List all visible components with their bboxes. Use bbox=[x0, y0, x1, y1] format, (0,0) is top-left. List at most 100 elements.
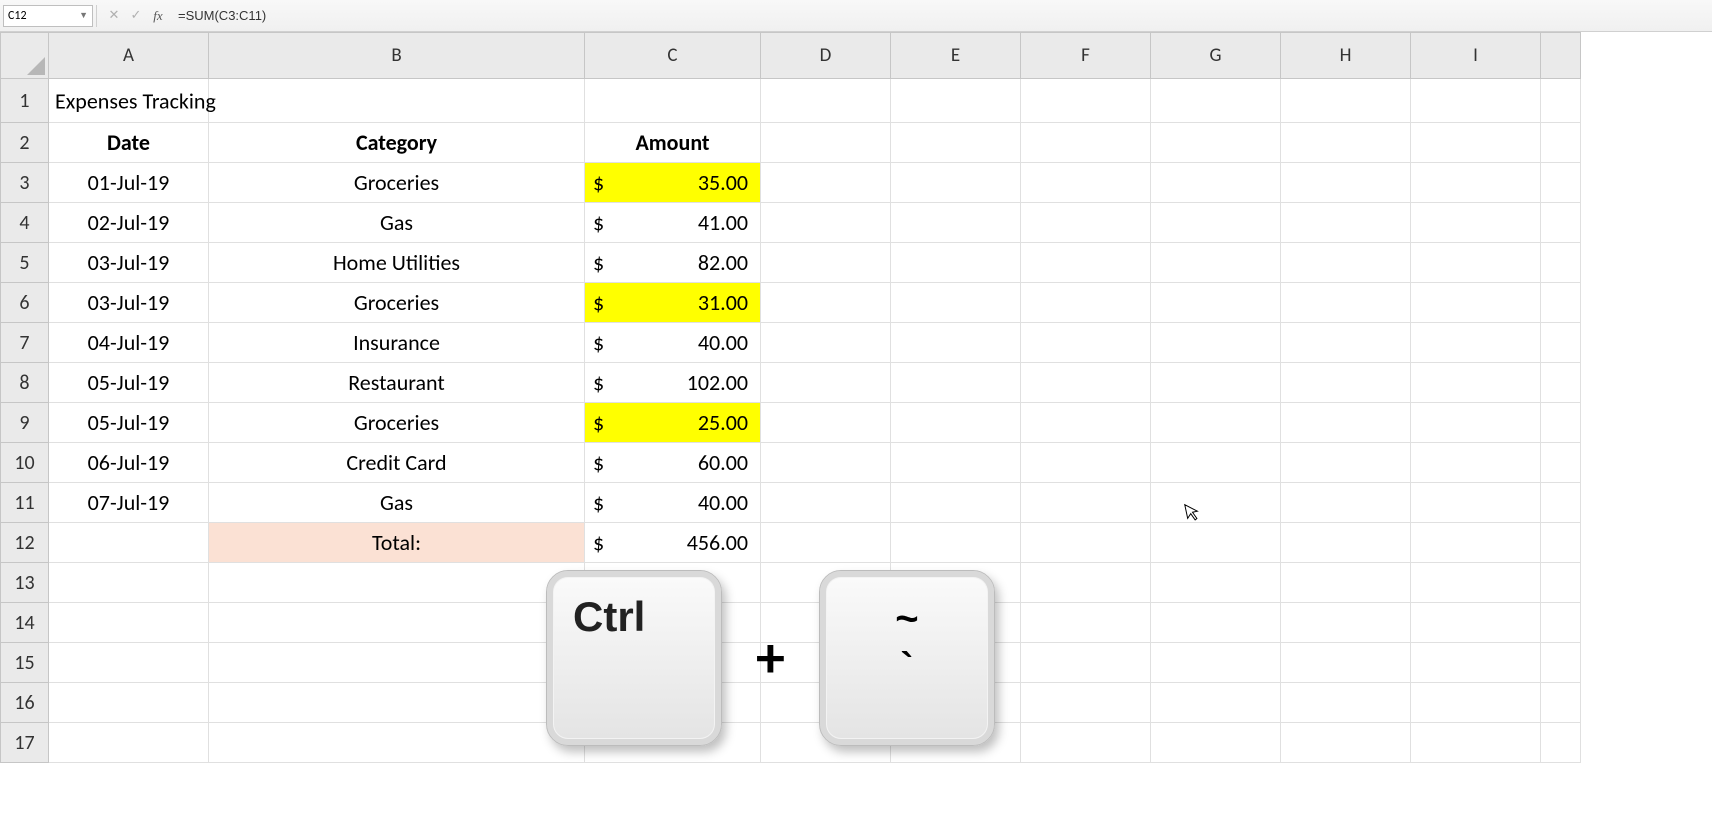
cell[interactable] bbox=[209, 723, 585, 763]
date-cell[interactable]: 07-Jul-19 bbox=[49, 483, 209, 523]
col-header[interactable]: I bbox=[1411, 33, 1541, 79]
col-header[interactable]: H bbox=[1281, 33, 1411, 79]
cell[interactable] bbox=[1541, 403, 1581, 443]
cell[interactable] bbox=[1281, 283, 1411, 323]
cell[interactable] bbox=[1541, 643, 1581, 683]
cell[interactable] bbox=[1281, 683, 1411, 723]
date-cell[interactable]: 06-Jul-19 bbox=[49, 443, 209, 483]
cell[interactable] bbox=[1411, 363, 1541, 403]
cell[interactable] bbox=[761, 483, 891, 523]
cell[interactable] bbox=[1281, 323, 1411, 363]
cell[interactable] bbox=[1411, 643, 1541, 683]
cell[interactable] bbox=[1151, 403, 1281, 443]
row-header[interactable]: 1 bbox=[1, 79, 49, 123]
cell[interactable] bbox=[761, 363, 891, 403]
cell[interactable] bbox=[761, 443, 891, 483]
cell[interactable] bbox=[1021, 243, 1151, 283]
cell[interactable] bbox=[1281, 203, 1411, 243]
category-cell[interactable]: Insurance bbox=[209, 323, 585, 363]
cell[interactable] bbox=[761, 79, 891, 123]
cell[interactable] bbox=[1021, 323, 1151, 363]
date-cell[interactable]: 01-Jul-19 bbox=[49, 163, 209, 203]
cell[interactable] bbox=[1541, 123, 1581, 163]
category-cell[interactable]: Groceries bbox=[209, 283, 585, 323]
col-header[interactable]: E bbox=[891, 33, 1021, 79]
cell[interactable] bbox=[1021, 163, 1151, 203]
cell[interactable] bbox=[1411, 243, 1541, 283]
row-header[interactable]: 8 bbox=[1, 363, 49, 403]
name-box[interactable]: C12 ▼ bbox=[3, 5, 93, 27]
cell[interactable] bbox=[1541, 363, 1581, 403]
cell[interactable] bbox=[1281, 483, 1411, 523]
cell[interactable] bbox=[1541, 283, 1581, 323]
cell[interactable] bbox=[1151, 243, 1281, 283]
name-box-dropdown-icon[interactable]: ▼ bbox=[79, 10, 88, 21]
cell[interactable] bbox=[1541, 243, 1581, 283]
cell[interactable] bbox=[1281, 243, 1411, 283]
cell[interactable] bbox=[1281, 363, 1411, 403]
cell[interactable] bbox=[891, 483, 1021, 523]
date-cell[interactable]: 05-Jul-19 bbox=[49, 363, 209, 403]
cell[interactable] bbox=[1541, 723, 1581, 763]
amount-cell[interactable]: $35.00 bbox=[585, 163, 761, 203]
date-cell[interactable]: 03-Jul-19 bbox=[49, 243, 209, 283]
cell[interactable] bbox=[1281, 643, 1411, 683]
row-header[interactable]: 12 bbox=[1, 523, 49, 563]
cell[interactable] bbox=[1281, 523, 1411, 563]
col-header[interactable]: G bbox=[1151, 33, 1281, 79]
cell[interactable] bbox=[1151, 683, 1281, 723]
select-all-corner[interactable] bbox=[1, 33, 49, 79]
cell[interactable] bbox=[1541, 483, 1581, 523]
cell[interactable] bbox=[209, 563, 585, 603]
col-header[interactable]: D bbox=[761, 33, 891, 79]
cell[interactable] bbox=[1021, 603, 1151, 643]
cell[interactable] bbox=[1411, 79, 1541, 123]
cell[interactable] bbox=[1151, 283, 1281, 323]
cell[interactable] bbox=[1021, 123, 1151, 163]
cell[interactable] bbox=[891, 443, 1021, 483]
cancel-icon[interactable]: ✕ bbox=[104, 8, 124, 24]
cell[interactable] bbox=[1411, 723, 1541, 763]
cell[interactable] bbox=[1411, 523, 1541, 563]
cell[interactable] bbox=[49, 603, 209, 643]
cell[interactable] bbox=[761, 123, 891, 163]
cell[interactable] bbox=[1541, 79, 1581, 123]
date-cell[interactable]: 03-Jul-19 bbox=[49, 283, 209, 323]
cell[interactable] bbox=[891, 123, 1021, 163]
cell[interactable] bbox=[761, 163, 891, 203]
col-header[interactable]: F bbox=[1021, 33, 1151, 79]
amount-cell[interactable]: $31.00 bbox=[585, 283, 761, 323]
cell[interactable] bbox=[1021, 723, 1151, 763]
cell[interactable] bbox=[1021, 363, 1151, 403]
cell[interactable] bbox=[1281, 163, 1411, 203]
row-header[interactable]: 5 bbox=[1, 243, 49, 283]
col-header[interactable]: A bbox=[49, 33, 209, 79]
row-header[interactable]: 17 bbox=[1, 723, 49, 763]
amount-cell[interactable]: $41.00 bbox=[585, 203, 761, 243]
cell[interactable] bbox=[1021, 283, 1151, 323]
date-cell[interactable]: 05-Jul-19 bbox=[49, 403, 209, 443]
category-cell[interactable]: Gas bbox=[209, 483, 585, 523]
cell[interactable] bbox=[1411, 403, 1541, 443]
cell[interactable] bbox=[1151, 563, 1281, 603]
cell[interactable] bbox=[891, 403, 1021, 443]
cell[interactable] bbox=[1021, 483, 1151, 523]
cell[interactable] bbox=[1151, 643, 1281, 683]
row-header[interactable]: 14 bbox=[1, 603, 49, 643]
cell[interactable] bbox=[1411, 443, 1541, 483]
amount-cell[interactable]: $60.00 bbox=[585, 443, 761, 483]
header-cell[interactable]: Category bbox=[209, 123, 585, 163]
cell[interactable] bbox=[891, 79, 1021, 123]
cell[interactable] bbox=[891, 323, 1021, 363]
cell[interactable] bbox=[209, 79, 585, 123]
row-header[interactable]: 11 bbox=[1, 483, 49, 523]
cell[interactable] bbox=[1281, 443, 1411, 483]
cell[interactable] bbox=[1151, 723, 1281, 763]
cell[interactable] bbox=[1021, 643, 1151, 683]
cell[interactable] bbox=[1151, 163, 1281, 203]
cell[interactable] bbox=[1151, 123, 1281, 163]
cell[interactable] bbox=[49, 563, 209, 603]
row-header[interactable]: 2 bbox=[1, 123, 49, 163]
cell[interactable] bbox=[1411, 163, 1541, 203]
cell[interactable] bbox=[1281, 723, 1411, 763]
